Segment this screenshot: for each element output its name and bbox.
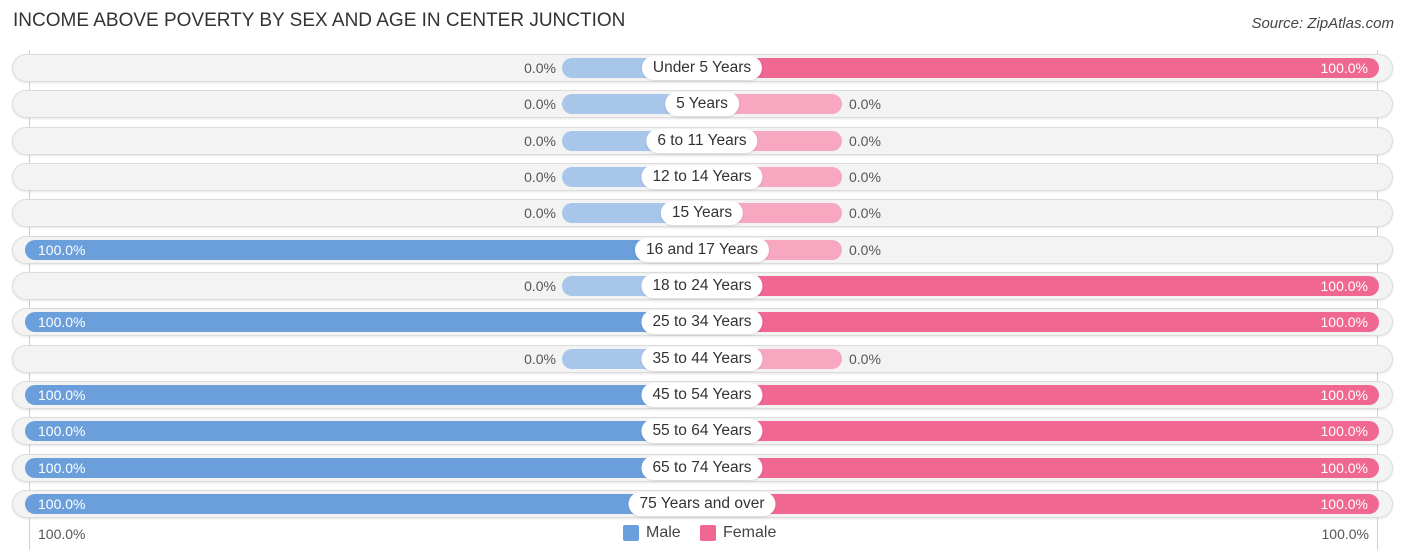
value-label-male: 0.0% bbox=[524, 205, 556, 221]
value-label-female: 0.0% bbox=[849, 351, 881, 367]
bar-male bbox=[25, 494, 702, 514]
category-label: 75 Years and over bbox=[628, 492, 776, 516]
legend-label-female: Female bbox=[723, 524, 777, 541]
bar-female bbox=[702, 58, 1379, 78]
value-label-female: 100.0% bbox=[1320, 496, 1368, 512]
category-label: 15 Years bbox=[660, 201, 744, 225]
bar-female bbox=[702, 494, 1379, 514]
value-label-male: 100.0% bbox=[38, 423, 86, 439]
chart-rows: 0.0% 100.0% Under 5 Years 0.0% 0.0% 5 Years 0.… bbox=[0, 0, 1406, 559]
value-label-female: 100.0% bbox=[1320, 423, 1368, 439]
value-label-male: 0.0% bbox=[524, 133, 556, 149]
category-label: 6 to 11 Years bbox=[646, 129, 758, 153]
category-label: 5 Years bbox=[665, 92, 739, 116]
value-label-male: 100.0% bbox=[38, 496, 86, 512]
category-label: 25 to 34 Years bbox=[641, 310, 763, 334]
bar-male bbox=[25, 458, 702, 478]
value-label-female: 0.0% bbox=[849, 96, 881, 112]
bar-female bbox=[702, 385, 1379, 405]
category-label: 16 and 17 Years bbox=[634, 238, 770, 262]
category-label: 55 to 64 Years bbox=[641, 419, 763, 443]
category-label: 35 to 44 Years bbox=[641, 347, 763, 371]
value-label-male: 100.0% bbox=[38, 242, 86, 258]
bar-male bbox=[25, 421, 702, 441]
legend-label-male: Male bbox=[646, 524, 681, 541]
value-label-male: 0.0% bbox=[524, 351, 556, 367]
value-label-female: 0.0% bbox=[849, 169, 881, 185]
legend-swatch-male bbox=[623, 525, 639, 541]
value-label-female: 100.0% bbox=[1320, 60, 1368, 76]
value-label-female: 100.0% bbox=[1320, 314, 1368, 330]
value-label-male: 0.0% bbox=[524, 169, 556, 185]
category-label: 65 to 74 Years bbox=[641, 456, 763, 480]
value-label-male: 0.0% bbox=[524, 60, 556, 76]
value-label-female: 0.0% bbox=[849, 205, 881, 221]
value-label-male: 100.0% bbox=[38, 314, 86, 330]
bar-female bbox=[702, 421, 1379, 441]
category-label: Under 5 Years bbox=[641, 56, 763, 80]
value-label-female: 100.0% bbox=[1320, 387, 1368, 403]
category-label: 18 to 24 Years bbox=[641, 274, 763, 298]
bar-male bbox=[25, 240, 702, 260]
bar-female bbox=[702, 312, 1379, 332]
value-label-female: 0.0% bbox=[849, 133, 881, 149]
value-label-female: 100.0% bbox=[1320, 460, 1368, 476]
legend-item-female: Female bbox=[700, 524, 776, 542]
legend-item-male: Male bbox=[623, 524, 681, 542]
category-label: 12 to 14 Years bbox=[641, 165, 763, 189]
bar-female bbox=[702, 458, 1379, 478]
bar-male bbox=[25, 385, 702, 405]
bar-female bbox=[702, 276, 1379, 296]
value-label-male: 0.0% bbox=[524, 278, 556, 294]
bar-male bbox=[25, 312, 702, 332]
value-label-male: 100.0% bbox=[38, 387, 86, 403]
value-label-female: 0.0% bbox=[849, 242, 881, 258]
legend-swatch-female bbox=[700, 525, 716, 541]
legend: Male Female bbox=[0, 524, 1406, 546]
value-label-male: 0.0% bbox=[524, 96, 556, 112]
value-label-female: 100.0% bbox=[1320, 278, 1368, 294]
value-label-male: 100.0% bbox=[38, 460, 86, 476]
category-label: 45 to 54 Years bbox=[641, 383, 763, 407]
